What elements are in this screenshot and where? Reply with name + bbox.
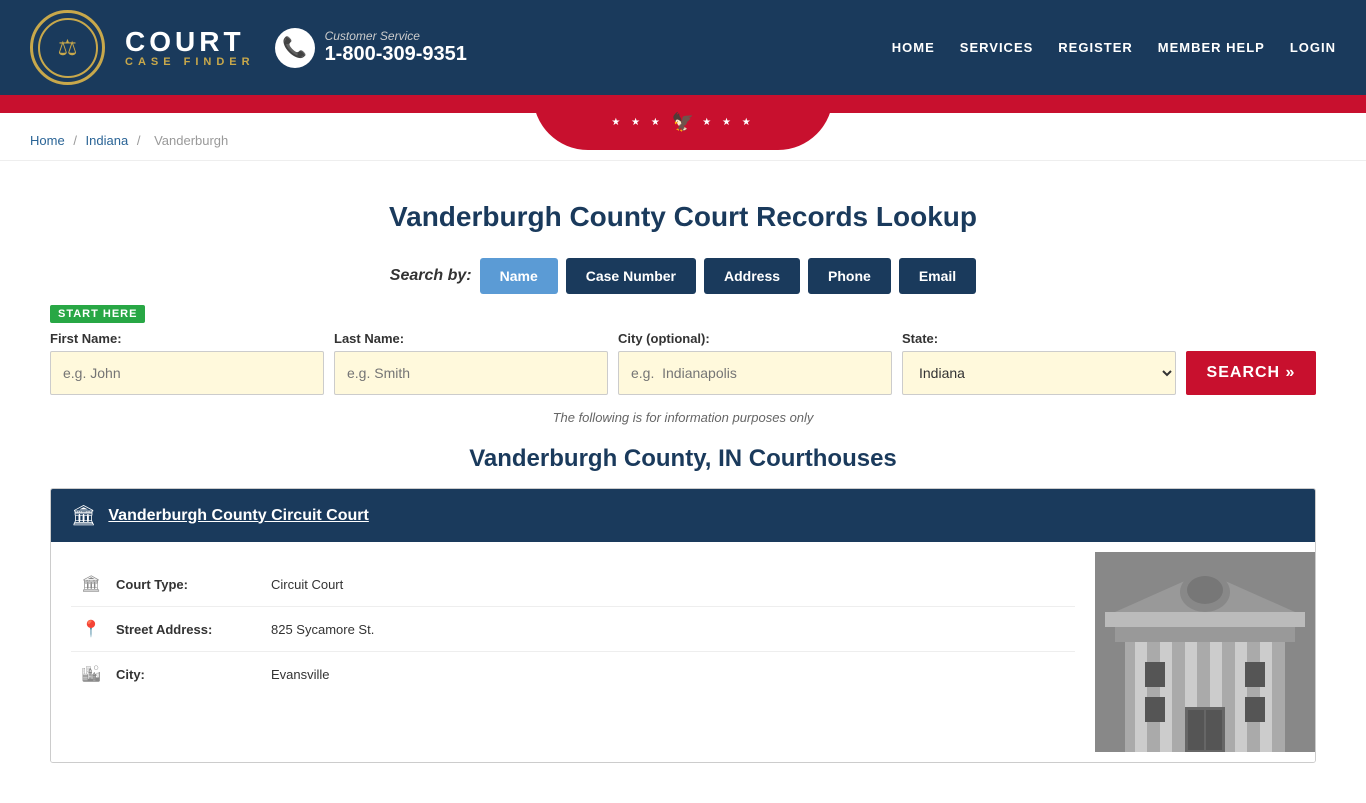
court-card-vanderburgh-circuit: 🏛 Vanderburgh County Circuit Court 🏛 Cou… — [50, 488, 1316, 763]
form-section: START HERE First Name: Last Name: City (… — [50, 304, 1316, 395]
info-note: The following is for information purpose… — [50, 410, 1316, 425]
tab-email[interactable]: Email — [899, 258, 976, 294]
breadcrumb-current: Vanderburgh — [154, 133, 228, 148]
breadcrumb-home[interactable]: Home — [30, 133, 65, 148]
nav-services[interactable]: SERVICES — [960, 40, 1034, 55]
breadcrumb-sep-2: / — [137, 133, 144, 148]
header-left: ⚖ COURT CASE FINDER 📞 Customer Service 1… — [30, 10, 467, 85]
court-type-value: Circuit Court — [271, 577, 343, 592]
state-group: State: Indiana — [902, 331, 1176, 395]
logo-text: COURT CASE FINDER — [125, 28, 255, 68]
page-title: Vanderburgh County Court Records Lookup — [50, 201, 1316, 233]
court-name-link[interactable]: Vanderburgh County Circuit Court — [108, 507, 368, 525]
nav-login[interactable]: LOGIN — [1290, 40, 1336, 55]
nav-home[interactable]: HOME — [892, 40, 935, 55]
court-details: 🏛 Court Type: Circuit Court 📍 Street Add… — [51, 552, 1095, 752]
tab-name[interactable]: Name — [480, 258, 558, 294]
city-row: 🏙 City: Evansville — [71, 652, 1075, 696]
stars-right: ★ ★ ★ — [702, 117, 754, 128]
street-address-value: 825 Sycamore St. — [271, 622, 374, 637]
tab-address[interactable]: Address — [704, 258, 800, 294]
city-label-detail: City: — [116, 667, 256, 682]
last-name-input[interactable] — [334, 351, 608, 395]
cs-label: Customer Service — [325, 29, 467, 43]
street-address-row: 📍 Street Address: 825 Sycamore St. — [71, 607, 1075, 652]
last-name-label: Last Name: — [334, 331, 608, 346]
state-label: State: — [902, 331, 1176, 346]
start-here-badge: START HERE — [50, 305, 145, 323]
first-name-group: First Name: — [50, 331, 324, 395]
stars-left: ★ ★ ★ — [611, 117, 663, 128]
city-icon: 🏙 — [81, 664, 101, 684]
search-button[interactable]: SEARCH » — [1186, 351, 1316, 395]
main-nav: HOME SERVICES REGISTER MEMBER HELP LOGIN — [892, 40, 1336, 55]
logo-icon: ⚖ — [38, 18, 98, 78]
site-header: ⚖ COURT CASE FINDER 📞 Customer Service 1… — [0, 0, 1366, 95]
court-type-row: 🏛 Court Type: Circuit Court — [71, 562, 1075, 607]
breadcrumb-sep-1: / — [73, 133, 80, 148]
eagle-icon: 🦅 — [672, 112, 694, 133]
search-by-label: Search by: — [390, 267, 472, 285]
address-icon: 📍 — [81, 619, 101, 639]
banner-red: ★ ★ ★ 🦅 ★ ★ ★ — [0, 95, 1366, 113]
customer-service: 📞 Customer Service 1-800-309-9351 — [275, 28, 467, 68]
city-input[interactable] — [618, 351, 892, 395]
main-content: Vanderburgh County Court Records Lookup … — [0, 161, 1366, 803]
courthouse-icon: 🏛 — [71, 503, 96, 528]
cs-phone: 1-800-309-9351 — [325, 43, 467, 66]
court-type-label: Court Type: — [116, 577, 256, 592]
city-value: Evansville — [271, 667, 330, 682]
eagle-emblem: ★ ★ ★ 🦅 ★ ★ ★ — [611, 112, 754, 133]
court-card-header: 🏛 Vanderburgh County Circuit Court — [51, 489, 1315, 542]
first-name-label: First Name: — [50, 331, 324, 346]
phone-icon: 📞 — [275, 28, 315, 68]
city-label: City (optional): — [618, 331, 892, 346]
nav-member-help[interactable]: MEMBER HELP — [1158, 40, 1265, 55]
court-card-body: 🏛 Court Type: Circuit Court 📍 Street Add… — [51, 542, 1315, 762]
first-name-input[interactable] — [50, 351, 324, 395]
court-building-svg — [1095, 552, 1315, 752]
tab-phone[interactable]: Phone — [808, 258, 891, 294]
court-type-icon: 🏛 — [81, 574, 101, 594]
breadcrumb-indiana[interactable]: Indiana — [86, 133, 129, 148]
state-select[interactable]: Indiana — [902, 351, 1176, 395]
tab-case-number[interactable]: Case Number — [566, 258, 696, 294]
banner-arch: ★ ★ ★ 🦅 ★ ★ ★ — [533, 95, 833, 150]
logo-case-finder-text: CASE FINDER — [125, 56, 255, 68]
court-building-image — [1095, 552, 1315, 752]
last-name-group: Last Name: — [334, 331, 608, 395]
search-form: First Name: Last Name: City (optional): … — [50, 331, 1316, 395]
nav-register[interactable]: REGISTER — [1058, 40, 1132, 55]
street-address-label: Street Address: — [116, 622, 256, 637]
cs-text: Customer Service 1-800-309-9351 — [325, 29, 467, 66]
logo-circle: ⚖ — [30, 10, 105, 85]
logo-court-text: COURT — [125, 28, 255, 56]
city-group: City (optional): — [618, 331, 892, 395]
search-by-row: Search by: Name Case Number Address Phon… — [50, 258, 1316, 294]
courthouses-title: Vanderburgh County, IN Courthouses — [50, 445, 1316, 473]
